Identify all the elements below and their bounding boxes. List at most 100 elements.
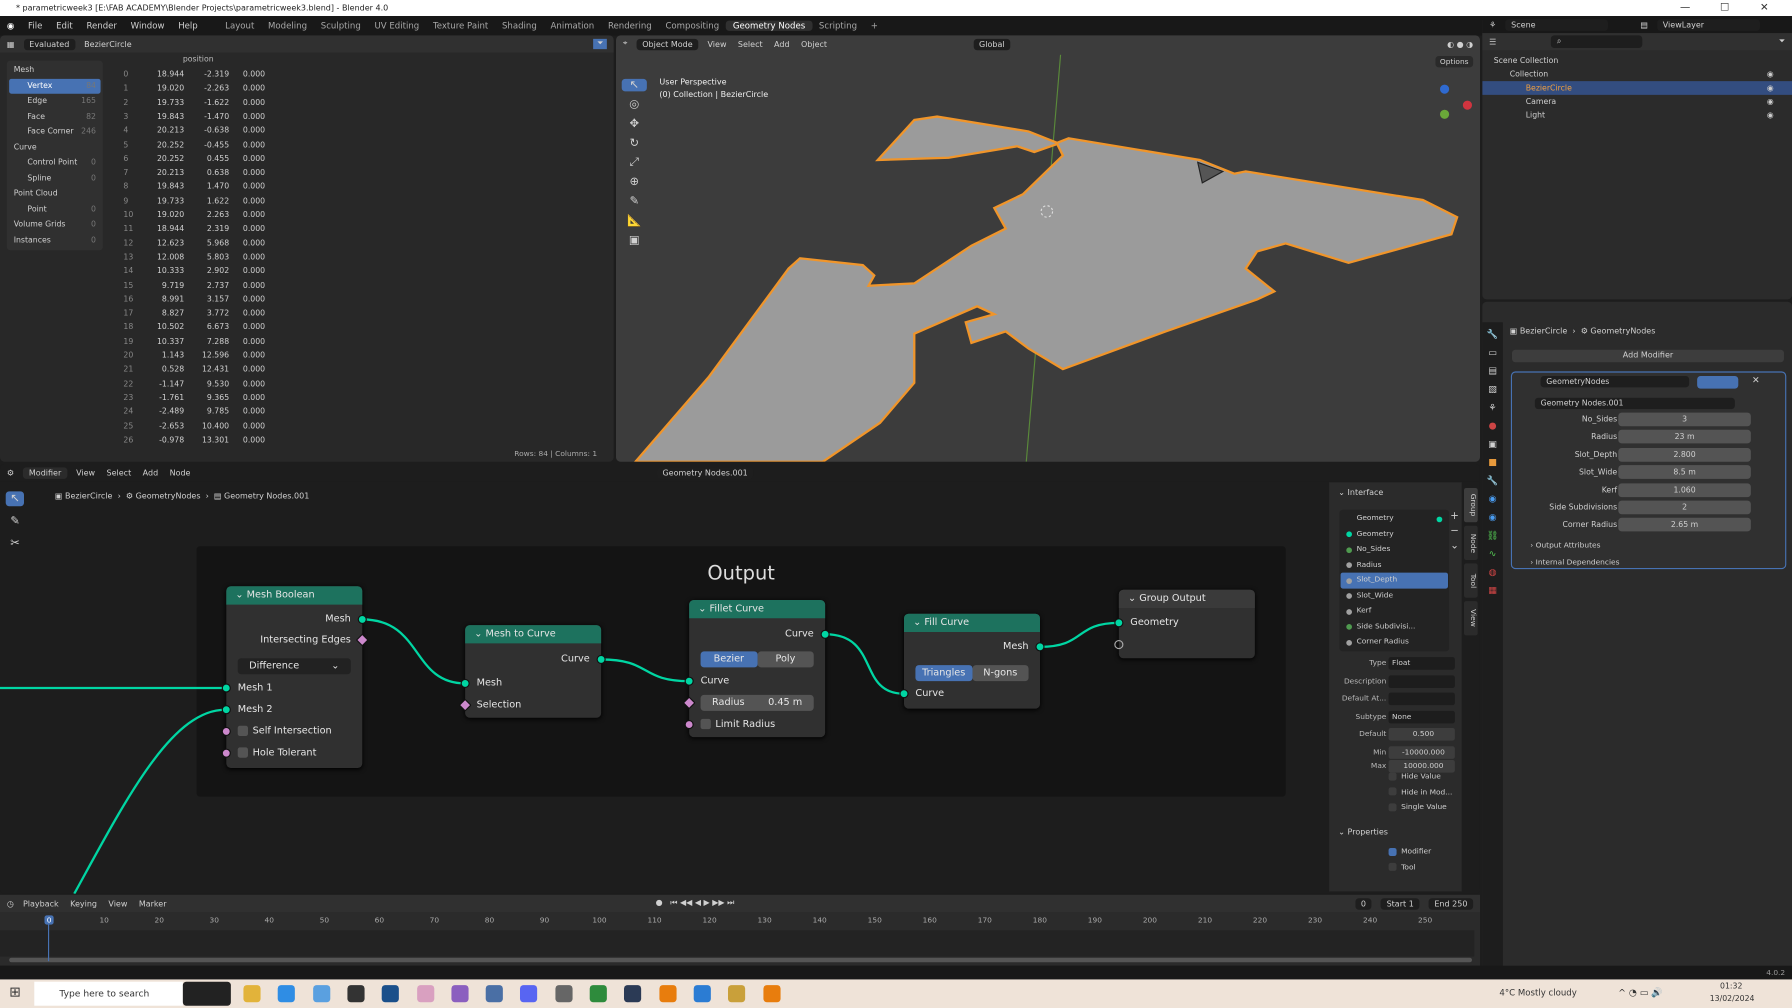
visibility-eye-icon[interactable]: ◉ xyxy=(1767,67,1774,81)
visibility-eye-icon[interactable]: ◉ xyxy=(1767,81,1774,95)
taskbar-app-icon[interactable] xyxy=(589,985,607,1003)
interface-socket-item[interactable]: Radius xyxy=(1341,557,1448,572)
socket-option-checkbox[interactable]: Hide Value xyxy=(1388,771,1453,786)
node-mesh-boolean[interactable]: ⌄ Mesh Boolean Mesh Intersecting Edges Diff… xyxy=(226,586,363,768)
taskbar-app-icon[interactable] xyxy=(451,985,469,1003)
menu-help[interactable]: Help xyxy=(171,21,204,31)
node-header[interactable]: ⌄ Mesh Boolean xyxy=(226,586,363,605)
menu-render[interactable]: Render xyxy=(80,21,124,31)
taskbar-app-icon[interactable] xyxy=(658,985,677,1003)
timeline-menu-marker[interactable]: Marker xyxy=(139,899,167,908)
input-value-field[interactable]: 3 xyxy=(1618,412,1751,427)
interface-socket-item[interactable]: Kerf xyxy=(1341,603,1448,618)
render-tab-icon[interactable]: ▭ xyxy=(1488,347,1497,357)
evaluation-mode-dropdown[interactable]: Evaluated xyxy=(23,38,76,50)
measure-tool-icon[interactable]: 📐 xyxy=(622,215,647,228)
transform-tool-icon[interactable]: ⊕ xyxy=(622,176,647,189)
socket[interactable] xyxy=(820,629,830,639)
cursor-tool-icon[interactable]: ◎ xyxy=(622,98,647,111)
physics-tab-icon[interactable]: ◉ xyxy=(1489,512,1497,522)
rotate-tool-icon[interactable]: ↻ xyxy=(622,137,647,150)
sidebar-tab-tool[interactable]: Tool xyxy=(1463,563,1478,598)
clock-date[interactable]: 13/02/2024 xyxy=(1710,994,1755,1003)
menu-window[interactable]: Window xyxy=(124,21,172,31)
domain-item[interactable]: Point 0 xyxy=(9,202,100,217)
timeline[interactable]: ◷ Playback Keying View Marker ● ⏮ ◀◀ ◀ ▶ ▶▶ … xyxy=(0,894,1480,966)
filter-icon[interactable]: ⏷ xyxy=(1779,37,1785,47)
interface-socket-item[interactable]: No_Sides xyxy=(1341,542,1448,557)
property-field[interactable]: 10000.000 xyxy=(1388,759,1455,772)
data-tab-icon[interactable]: ∿ xyxy=(1489,549,1497,559)
weather-widget[interactable]: 4°C Mostly cloudy xyxy=(1499,987,1576,997)
tray-icons[interactable]: ^ ◔ ▭ 🔊 xyxy=(1618,987,1662,997)
delete-modifier-icon[interactable]: ✕ xyxy=(1752,375,1760,385)
socket[interactable] xyxy=(684,676,694,686)
modifier-name-field[interactable]: GeometryNodes xyxy=(1540,375,1690,388)
outliner-item[interactable]: Collection ◉ xyxy=(1482,67,1792,81)
blender-logo-icon[interactable]: ◉ xyxy=(0,21,21,31)
menu-file[interactable]: File xyxy=(21,21,49,31)
scene-selector[interactable]: Scene xyxy=(1505,18,1609,31)
socket[interactable] xyxy=(357,614,367,624)
node-mesh-to-curve[interactable]: ⌄ Mesh to Curve Curve Mesh Selection xyxy=(465,625,602,718)
collection-tab-icon[interactable]: ▣ xyxy=(1488,439,1497,449)
taskbar-app-icon[interactable] xyxy=(555,985,573,1003)
usage-checkbox[interactable]: Modifier xyxy=(1388,847,1431,862)
timeline-menu-playback[interactable]: Playback xyxy=(23,899,59,908)
editor-type-icon[interactable]: ▦ xyxy=(7,39,15,48)
editor-type-icon[interactable]: ◷ xyxy=(7,899,14,908)
scene-tab-icon[interactable]: ⚘ xyxy=(1488,402,1496,412)
socket[interactable] xyxy=(221,726,231,736)
domain-item[interactable]: Edge 165 xyxy=(9,94,100,109)
taskbar-app-icon[interactable] xyxy=(520,985,538,1003)
node-header[interactable]: ⌄ Mesh to Curve xyxy=(465,625,602,644)
workspace-tab[interactable]: Scripting xyxy=(812,21,864,31)
checkbox[interactable] xyxy=(1388,787,1397,796)
sidebar-tab-group[interactable]: Group xyxy=(1463,487,1478,523)
input-value-field[interactable]: 2.800 xyxy=(1618,447,1751,462)
mode-button[interactable]: Bezier xyxy=(700,651,758,668)
workspace-tab[interactable]: Sculpting xyxy=(314,21,368,31)
interface-socket-item[interactable]: Slot_Wide xyxy=(1341,588,1448,603)
tool-tab-icon[interactable]: 🔧 xyxy=(1487,329,1498,339)
input-value-field[interactable]: 2.65 m xyxy=(1618,518,1751,532)
domain-item[interactable]: Face 82 xyxy=(9,109,100,124)
outliner-item[interactable]: Scene Collection xyxy=(1482,54,1792,68)
maximize-button[interactable]: ☐ xyxy=(1720,0,1729,16)
outliner-item[interactable]: Camera ◉ xyxy=(1482,95,1792,109)
taskbar-app-icon[interactable] xyxy=(762,985,780,1003)
socket-menu-button[interactable]: ⌄ xyxy=(1450,539,1459,554)
view-layer-tab-icon[interactable]: ▧ xyxy=(1488,384,1497,394)
workspace-tab[interactable]: Texture Paint xyxy=(426,21,495,31)
workspace-tab[interactable]: UV Editing xyxy=(368,21,426,31)
select-tool-icon[interactable]: ↖ xyxy=(621,78,647,92)
visibility-eye-icon[interactable]: ◉ xyxy=(1767,109,1774,123)
workspace-tab[interactable]: Compositing xyxy=(659,21,726,31)
socket[interactable] xyxy=(596,654,606,664)
scale-tool-icon[interactable]: ⤢ xyxy=(622,157,647,170)
domain-item[interactable]: Spline 0 xyxy=(9,171,100,186)
domain-item[interactable]: Instances 0 xyxy=(9,233,100,248)
taskbar-app-icon[interactable] xyxy=(278,985,296,1003)
copilot-icon[interactable] xyxy=(182,981,231,1006)
outliner-search[interactable]: ⌕ xyxy=(1551,35,1643,48)
texture-tab-icon[interactable]: ▦ xyxy=(1488,585,1497,595)
view-layer-icon[interactable]: ▤ xyxy=(1640,20,1648,29)
domain-item[interactable]: Control Point 0 xyxy=(9,155,100,170)
display-mode-icon[interactable]: ☰ xyxy=(1489,37,1496,46)
taskbar-app-icon[interactable] xyxy=(485,985,503,1003)
socket[interactable] xyxy=(221,683,231,693)
playback-controls[interactable]: ● ⏮ ◀◀ ◀ ▶ ▶▶ ⏭ xyxy=(656,898,735,908)
domain-item[interactable]: Face Corner 246 xyxy=(9,125,100,140)
node-header[interactable]: ⌄ Fill Curve xyxy=(903,613,1040,632)
checkbox[interactable] xyxy=(1388,862,1397,871)
taskbar-app-icon[interactable] xyxy=(728,985,746,1003)
interface-socket-item[interactable]: Slot_Depth xyxy=(1340,572,1448,588)
node-fill-curve[interactable]: ⌄ Fill Curve Mesh Triangles N-gons Curve xyxy=(903,613,1040,709)
constraints-tab-icon[interactable]: ⛓ xyxy=(1487,530,1499,540)
socket[interactable] xyxy=(1035,642,1045,652)
input-value-field[interactable]: 8.5 m xyxy=(1618,465,1751,480)
socket[interactable] xyxy=(899,689,909,699)
socket[interactable] xyxy=(684,719,694,730)
sidebar-tab-node[interactable]: Node xyxy=(1463,525,1478,560)
